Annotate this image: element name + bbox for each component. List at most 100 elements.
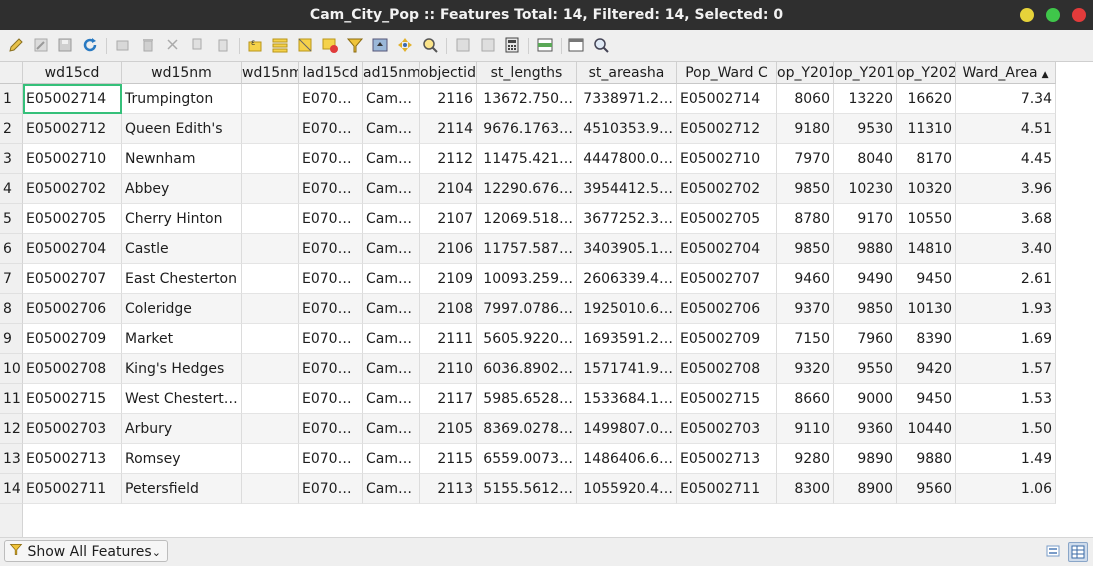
- table-cell-area[interactable]: 1.50: [956, 414, 1056, 444]
- table-cell-wd15nmw[interactable]: [242, 174, 299, 204]
- row-number[interactable]: 4: [0, 174, 23, 204]
- table-cell-wd15nm[interactable]: Arbury: [122, 414, 242, 444]
- delete-field-icon[interactable]: [479, 36, 497, 54]
- header-pop-y2020[interactable]: op_Y202: [897, 62, 956, 84]
- table-cell-wd15nmw[interactable]: [242, 444, 299, 474]
- table-cell-area[interactable]: 2.61: [956, 264, 1056, 294]
- table-cell-pop_ward[interactable]: E05002706: [677, 294, 777, 324]
- table-cell-wd15nm[interactable]: East Chesterton: [122, 264, 242, 294]
- table-cell-wd15cd[interactable]: E05002713: [23, 444, 122, 474]
- row-number[interactable]: 13: [0, 444, 23, 474]
- table-cell-area[interactable]: 1.06: [956, 474, 1056, 504]
- table-cell-objectid[interactable]: 2104: [420, 174, 477, 204]
- table-cell-wd15nmw[interactable]: [242, 234, 299, 264]
- table-cell-y3[interactable]: 9450: [897, 264, 956, 294]
- copy-icon[interactable]: [189, 36, 207, 54]
- table-cell-area[interactable]: 1.93: [956, 294, 1056, 324]
- table-cell-st_areasha[interactable]: 3403905.1…: [577, 234, 677, 264]
- table-cell-wd15nm[interactable]: Newnham: [122, 144, 242, 174]
- table-cell-y3[interactable]: 16620: [897, 84, 956, 114]
- table-cell-area[interactable]: 1.69: [956, 324, 1056, 354]
- table-cell-objectid[interactable]: 2107: [420, 204, 477, 234]
- save-icon[interactable]: [56, 36, 74, 54]
- table-cell-st_areasha[interactable]: 3677252.3…: [577, 204, 677, 234]
- table-cell-lad15nm[interactable]: Cam…: [363, 84, 420, 114]
- table-cell-lad15nm[interactable]: Cam…: [363, 414, 420, 444]
- table-cell-pop_ward[interactable]: E05002715: [677, 384, 777, 414]
- table-cell-objectid[interactable]: 2109: [420, 264, 477, 294]
- add-feature-icon[interactable]: [114, 36, 132, 54]
- table-cell-area[interactable]: 1.49: [956, 444, 1056, 474]
- row-number[interactable]: 8: [0, 294, 23, 324]
- row-number[interactable]: 9: [0, 324, 23, 354]
- table-cell-y2[interactable]: 9890: [834, 444, 897, 474]
- table-cell-st_lengths[interactable]: 11757.587…: [477, 234, 577, 264]
- table-cell-y2[interactable]: 8040: [834, 144, 897, 174]
- table-cell-area[interactable]: 3.40: [956, 234, 1056, 264]
- table-cell-lad15cd[interactable]: E070…: [299, 174, 363, 204]
- table-cell-y1[interactable]: 8300: [777, 474, 834, 504]
- table-cell-st_areasha[interactable]: 4510353.9…: [577, 114, 677, 144]
- table-cell-objectid[interactable]: 2112: [420, 144, 477, 174]
- header-objectid[interactable]: objectid: [420, 62, 477, 84]
- row-number[interactable]: 5: [0, 204, 23, 234]
- table-cell-objectid[interactable]: 2116: [420, 84, 477, 114]
- table-cell-st_areasha[interactable]: 1486406.6…: [577, 444, 677, 474]
- table-cell-st_lengths[interactable]: 5155.5612…: [477, 474, 577, 504]
- header-wd15nm[interactable]: wd15nm: [122, 62, 242, 84]
- row-number[interactable]: 11: [0, 384, 23, 414]
- table-cell-y1[interactable]: 9280: [777, 444, 834, 474]
- table-cell-wd15cd[interactable]: E05002707: [23, 264, 122, 294]
- table-cell-st_lengths[interactable]: 12290.676…: [477, 174, 577, 204]
- table-cell-wd15nmw[interactable]: [242, 114, 299, 144]
- table-cell-st_lengths[interactable]: 5605.9220…: [477, 324, 577, 354]
- table-cell-lad15nm[interactable]: Cam…: [363, 234, 420, 264]
- table-cell-st_areasha[interactable]: 1693591.2…: [577, 324, 677, 354]
- table-cell-wd15nmw[interactable]: [242, 324, 299, 354]
- table-cell-st_areasha[interactable]: 2606339.4…: [577, 264, 677, 294]
- close-button[interactable]: [1072, 8, 1086, 22]
- move-top-icon[interactable]: [371, 36, 389, 54]
- table-cell-wd15cd[interactable]: E05002711: [23, 474, 122, 504]
- table-cell-wd15nm[interactable]: Petersfield: [122, 474, 242, 504]
- table-cell-wd15nm[interactable]: West Chestert…: [122, 384, 242, 414]
- table-cell-st_lengths[interactable]: 12069.518…: [477, 204, 577, 234]
- table-cell-objectid[interactable]: 2114: [420, 114, 477, 144]
- table-cell-wd15cd[interactable]: E05002712: [23, 114, 122, 144]
- table-cell-pop_ward[interactable]: E05002712: [677, 114, 777, 144]
- table-cell-st_lengths[interactable]: 6559.0073…: [477, 444, 577, 474]
- table-cell-wd15nm[interactable]: Castle: [122, 234, 242, 264]
- table-cell-lad15nm[interactable]: Cam…: [363, 114, 420, 144]
- table-cell-pop_ward[interactable]: E05002711: [677, 474, 777, 504]
- form-view-icon[interactable]: [1044, 542, 1062, 560]
- header-lad15nm[interactable]: ad15nm: [363, 62, 420, 84]
- select-all-icon[interactable]: [271, 36, 289, 54]
- table-cell-y3[interactable]: 9450: [897, 384, 956, 414]
- table-cell-objectid[interactable]: 2105: [420, 414, 477, 444]
- table-cell-y1[interactable]: 9460: [777, 264, 834, 294]
- table-cell-lad15nm[interactable]: Cam…: [363, 174, 420, 204]
- table-cell-y3[interactable]: 8390: [897, 324, 956, 354]
- table-cell-wd15nmw[interactable]: [242, 414, 299, 444]
- table-cell-y1[interactable]: 9110: [777, 414, 834, 444]
- invert-selection-icon[interactable]: [296, 36, 314, 54]
- table-cell-wd15nm[interactable]: Cherry Hinton: [122, 204, 242, 234]
- table-cell-pop_ward[interactable]: E05002709: [677, 324, 777, 354]
- table-cell-st_lengths[interactable]: 6036.8902…: [477, 354, 577, 384]
- header-wd15cd[interactable]: wd15cd: [23, 62, 122, 84]
- table-cell-wd15cd[interactable]: E05002709: [23, 324, 122, 354]
- table-cell-lad15cd[interactable]: E070…: [299, 414, 363, 444]
- table-cell-y2[interactable]: 9550: [834, 354, 897, 384]
- reload-icon[interactable]: [81, 36, 99, 54]
- deselect-icon[interactable]: [321, 36, 339, 54]
- header-st-areasha[interactable]: st_areasha: [577, 62, 677, 84]
- table-cell-lad15nm[interactable]: Cam…: [363, 324, 420, 354]
- table-cell-wd15cd[interactable]: E05002706: [23, 294, 122, 324]
- table-cell-lad15nm[interactable]: Cam…: [363, 444, 420, 474]
- table-cell-objectid[interactable]: 2111: [420, 324, 477, 354]
- table-cell-wd15nm[interactable]: Market: [122, 324, 242, 354]
- table-cell-lad15nm[interactable]: Cam…: [363, 204, 420, 234]
- table-cell-lad15nm[interactable]: Cam…: [363, 294, 420, 324]
- table-cell-y3[interactable]: 8170: [897, 144, 956, 174]
- table-cell-pop_ward[interactable]: E05002702: [677, 174, 777, 204]
